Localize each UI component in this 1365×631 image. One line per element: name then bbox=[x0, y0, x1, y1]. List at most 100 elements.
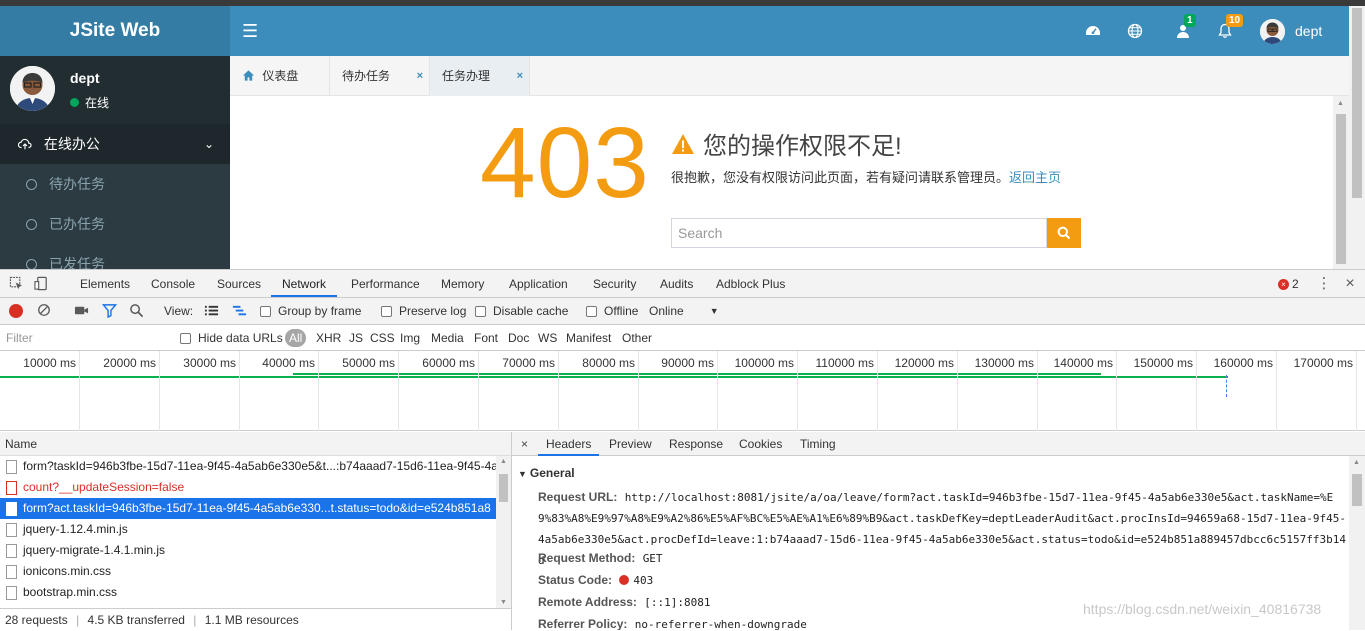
filter-type-all[interactable]: All bbox=[285, 329, 307, 347]
timeline-tick-label: 160000 ms bbox=[1213, 356, 1273, 370]
timeline-tick-label: 120000 ms bbox=[894, 356, 954, 370]
remote-address-value: [::1]:8081 bbox=[644, 596, 711, 609]
sidebar-item-todo[interactable]: 待办任务 bbox=[0, 164, 230, 204]
notifications-badge: 10 bbox=[1226, 14, 1244, 27]
page-scrollbar[interactable] bbox=[1349, 6, 1365, 269]
details-tab-headers[interactable]: Headers bbox=[538, 432, 600, 456]
devtools-tab-network[interactable]: Network bbox=[271, 270, 338, 297]
checkbox[interactable] bbox=[586, 306, 597, 317]
request-row[interactable]: count?__updateSession=false bbox=[0, 477, 496, 498]
devtools-tabbar: Elements Console Sources Network Perform… bbox=[0, 270, 1365, 298]
sidebar-item-sent[interactable]: 已发任务 bbox=[0, 244, 230, 269]
scrollbar-thumb[interactable] bbox=[499, 474, 508, 502]
notifications-icon[interactable]: 10 bbox=[1214, 14, 1244, 42]
error-counter[interactable]: × 2 bbox=[1278, 277, 1299, 291]
scrollbar-thumb[interactable] bbox=[1336, 114, 1346, 264]
filter-icon[interactable] bbox=[101, 303, 118, 319]
request-row[interactable]: jquery-1.12.4.min.js bbox=[0, 519, 496, 540]
globe-icon[interactable] bbox=[1124, 20, 1146, 42]
filter-type-media[interactable]: Media bbox=[431, 325, 464, 351]
scroll-up-icon[interactable]: ▲ bbox=[1337, 100, 1344, 107]
messages-icon[interactable]: 1 bbox=[1172, 14, 1196, 42]
group-by-frame-option[interactable]: Group by frame bbox=[260, 298, 361, 325]
devtools-tab-sources[interactable]: Sources bbox=[217, 270, 261, 297]
request-row[interactable]: form?act.taskId=946b3fbe-15d7-11ea-9f45-… bbox=[0, 498, 496, 519]
filter-type-img[interactable]: Img bbox=[400, 325, 420, 351]
clear-icon[interactable] bbox=[37, 303, 53, 319]
camera-icon[interactable] bbox=[74, 303, 90, 319]
devtools-tab-security[interactable]: Security bbox=[593, 270, 636, 297]
details-tab-timing[interactable]: Timing bbox=[800, 432, 836, 456]
details-tab-preview[interactable]: Preview bbox=[609, 432, 652, 456]
throttling-select[interactable]: Online ▼ bbox=[649, 298, 719, 325]
close-icon[interactable]: × bbox=[517, 56, 523, 96]
request-row[interactable]: bootstrap.min.css bbox=[0, 582, 496, 603]
content-scrollbar[interactable]: ▲ bbox=[1333, 96, 1349, 269]
request-row[interactable]: form?taskId=946b3fbe-15d7-11ea-9f45-4a5a… bbox=[0, 456, 496, 477]
scrollbar-thumb[interactable] bbox=[1352, 474, 1362, 506]
search-button[interactable] bbox=[1047, 218, 1081, 248]
scrollbar-thumb[interactable] bbox=[1352, 8, 1362, 198]
close-icon[interactable]: × bbox=[417, 56, 423, 96]
user-menu[interactable]: dept bbox=[1260, 18, 1322, 44]
filter-type-doc[interactable]: Doc bbox=[508, 325, 529, 351]
filter-type-font[interactable]: Font bbox=[474, 325, 498, 351]
back-home-link[interactable]: 返回主页 bbox=[1009, 170, 1061, 185]
network-overview-timeline[interactable]: 10000 ms 20000 ms 30000 ms 40000 ms 50000 ms… bbox=[0, 351, 1365, 431]
offline-option[interactable]: Offline bbox=[586, 298, 638, 325]
circle-icon bbox=[26, 218, 37, 230]
name-column-header[interactable]: Name bbox=[0, 432, 511, 456]
disable-cache-option[interactable]: Disable cache bbox=[475, 298, 568, 325]
more-menu-icon[interactable]: ⋮ bbox=[1316, 276, 1332, 292]
large-rows-icon[interactable] bbox=[204, 303, 220, 319]
devtools-tab-audits[interactable]: Audits bbox=[660, 270, 693, 297]
details-scrollbar[interactable]: ▲ bbox=[1349, 456, 1365, 630]
filter-type-xhr[interactable]: XHR bbox=[316, 325, 341, 351]
filter-type-other[interactable]: Other bbox=[622, 325, 652, 351]
checkbox[interactable] bbox=[475, 306, 486, 317]
request-row[interactable]: jquery-migrate-1.4.1.min.js bbox=[0, 540, 496, 561]
close-devtools-icon[interactable]: × bbox=[1342, 276, 1358, 292]
close-details-icon[interactable]: × bbox=[521, 432, 528, 456]
tab-todo-tasks[interactable]: 待办任务 × bbox=[330, 56, 430, 96]
tab-task-handle[interactable]: 任务办理 × bbox=[430, 56, 530, 96]
filter-type-manifest[interactable]: Manifest bbox=[566, 325, 611, 351]
hide-data-urls-option[interactable]: Hide data URLs bbox=[180, 325, 283, 351]
scroll-up-icon[interactable]: ▲ bbox=[1353, 459, 1360, 466]
checkbox[interactable] bbox=[381, 306, 392, 317]
tab-dashboard[interactable]: 仪表盘 bbox=[230, 56, 330, 96]
request-row[interactable]: ionicons.min.css bbox=[0, 561, 496, 582]
sidebar-item-done[interactable]: 已办任务 bbox=[0, 204, 230, 244]
remote-address-row: Remote Address: [::1]:8081 bbox=[538, 595, 711, 609]
sidebar-group-office[interactable]: 在线办公 ⌄ bbox=[0, 124, 230, 164]
search-input[interactable]: Search bbox=[671, 218, 1047, 248]
waterfall-icon[interactable] bbox=[232, 303, 248, 319]
filter-type-ws[interactable]: WS bbox=[538, 325, 557, 351]
record-icon[interactable] bbox=[9, 304, 23, 318]
details-tab-cookies[interactable]: Cookies bbox=[739, 432, 782, 456]
details-tab-response[interactable]: Response bbox=[669, 432, 723, 456]
inspect-element-icon[interactable] bbox=[9, 276, 25, 292]
scroll-up-icon[interactable]: ▲ bbox=[500, 458, 507, 465]
filter-input[interactable]: Filter bbox=[6, 328, 166, 348]
filter-type-js[interactable]: JS bbox=[349, 325, 363, 351]
sidebar-item-label: 已发任务 bbox=[49, 256, 105, 269]
devtools-tab-performance[interactable]: Performance bbox=[351, 270, 420, 297]
request-list-scrollbar[interactable]: ▲ ▼ bbox=[496, 456, 511, 608]
brand-logo[interactable]: JSite Web bbox=[0, 6, 230, 56]
preserve-log-option[interactable]: Preserve log bbox=[381, 298, 466, 325]
scroll-down-icon[interactable]: ▼ bbox=[500, 599, 507, 606]
dashboard-icon[interactable] bbox=[1082, 20, 1104, 42]
filter-type-css[interactable]: CSS bbox=[370, 325, 395, 351]
devtools-tab-application[interactable]: Application bbox=[509, 270, 568, 297]
checkbox[interactable] bbox=[260, 306, 271, 317]
devtools-tab-elements[interactable]: Elements bbox=[80, 270, 130, 297]
search-icon[interactable] bbox=[129, 303, 145, 319]
checkbox[interactable] bbox=[180, 332, 191, 344]
general-section-toggle[interactable]: ▼ General bbox=[518, 466, 575, 480]
devtools-tab-adblock[interactable]: Adblock Plus bbox=[716, 270, 785, 297]
menu-toggle-icon[interactable]: ☰ bbox=[242, 20, 262, 42]
devtools-tab-memory[interactable]: Memory bbox=[441, 270, 484, 297]
device-toolbar-icon[interactable] bbox=[34, 276, 50, 292]
devtools-tab-console[interactable]: Console bbox=[151, 270, 195, 297]
